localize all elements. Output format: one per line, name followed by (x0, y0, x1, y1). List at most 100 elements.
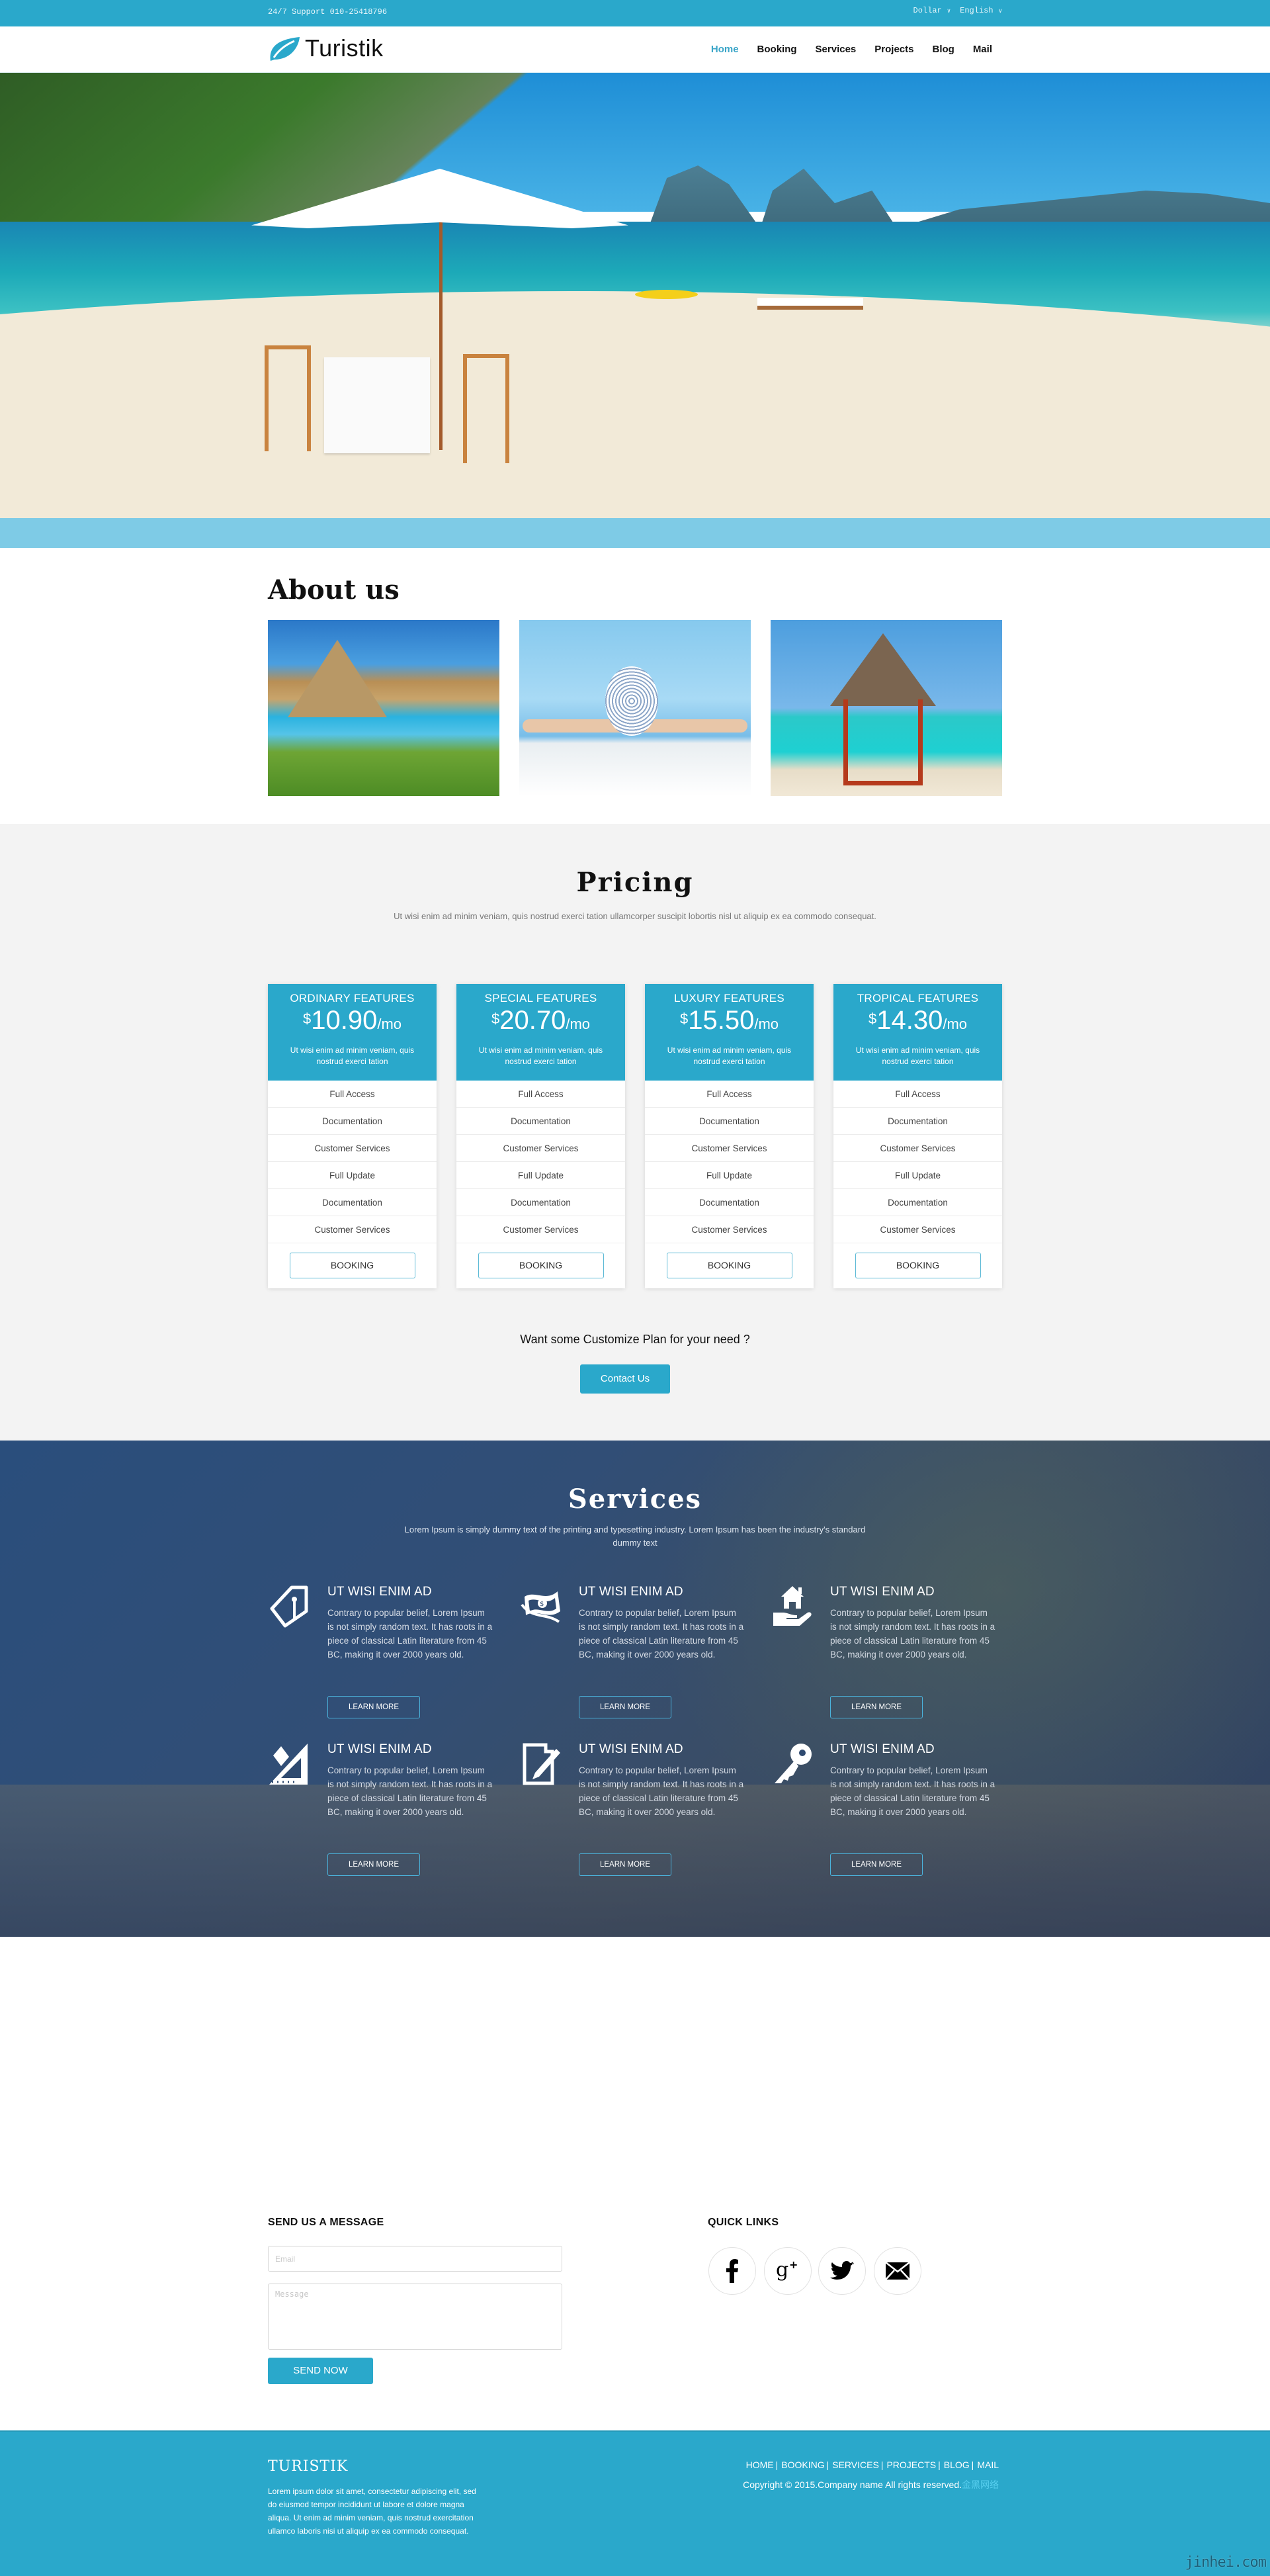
service-text: Contrary to popular belief, Lorem Ipsum … (579, 1765, 744, 1817)
copyright-brand-link[interactable]: 金黑网络 (962, 2479, 999, 2490)
nav-blog[interactable]: Blog (932, 44, 954, 55)
send-now-button[interactable]: SEND NOW (268, 2358, 373, 2384)
booking-button-wrap: BOOKING (456, 1243, 625, 1278)
plan-price: $20.70/mo (456, 1006, 625, 1038)
message-textarea[interactable] (268, 2284, 562, 2350)
facebook-icon (726, 2259, 738, 2283)
plan-price: $14.30/mo (833, 1006, 1002, 1038)
gazebo-posts (843, 699, 923, 785)
plan-name: TROPICAL FEATURES (857, 992, 979, 1004)
thatched-umbrella (288, 640, 387, 717)
pricing-feature: Customer Services (833, 1135, 1002, 1162)
plan-description: Ut wisi enim ad minim veniam, quis nostr… (667, 1045, 792, 1066)
hero-sand (0, 291, 1270, 548)
send-message-heading: SEND US A MESSAGE (268, 2217, 384, 2228)
kayak (635, 290, 698, 299)
facebook-link[interactable] (708, 2247, 756, 2295)
service-title: UT WISI ENIM AD (579, 1585, 683, 1599)
footer-link-services[interactable]: SERVICES (832, 2460, 879, 2470)
footer-description: Lorem ipsum dolor sit amet, consectetur … (268, 2487, 476, 2536)
service-text: Contrary to popular belief, Lorem Ipsum … (327, 1765, 493, 1817)
currency-symbol: $ (491, 1010, 500, 1027)
pricing-card: LUXURY FEATURES $15.50/mo Ut wisi enim a… (645, 984, 814, 1288)
service-title: UT WISI ENIM AD (327, 1742, 432, 1756)
footer-link-booking[interactable]: BOOKING (781, 2460, 824, 2470)
price-period: /mo (566, 1016, 591, 1032)
footer-link-home[interactable]: HOME (746, 2460, 774, 2470)
custom-plan-question: Want some Customize Plan for your need ? (520, 1333, 750, 1346)
currency-symbol: $ (868, 1010, 877, 1027)
booking-button[interactable]: BOOKING (289, 1253, 415, 1278)
service-text: Contrary to popular belief, Lorem Ipsum … (830, 1608, 995, 1660)
learn-more-button[interactable]: LEARN MORE (327, 1853, 420, 1876)
beach-chair (463, 354, 509, 463)
learn-more-button[interactable]: LEARN MORE (579, 1853, 671, 1876)
booking-button[interactable]: BOOKING (855, 1253, 981, 1278)
email-input[interactable] (268, 2246, 562, 2272)
svg-text:$: $ (540, 1601, 544, 1608)
twitter-link[interactable] (818, 2247, 866, 2295)
learn-more-button[interactable]: LEARN MORE (830, 1696, 923, 1718)
pricing-feature: Full Access (645, 1081, 814, 1108)
pricing-feature: Documentation (268, 1108, 437, 1135)
twitter-icon (830, 2261, 854, 2280)
pricing-feature: Full Access (833, 1081, 1002, 1108)
price-period: /mo (377, 1016, 402, 1032)
booking-button[interactable]: BOOKING (478, 1253, 604, 1278)
language-dropdown[interactable]: English ∨ (960, 6, 1002, 15)
about-image-gazebo (771, 620, 1002, 796)
support-phone: 24/7 Support 010-25418796 (268, 7, 388, 17)
service-text: Contrary to popular belief, Lorem Ipsum … (579, 1608, 744, 1660)
ruler-triangle-icon (268, 1742, 312, 1786)
pricing-feature: Full Update (268, 1162, 437, 1189)
learn-more-button[interactable]: LEARN MORE (579, 1696, 671, 1718)
google-plus-link[interactable]: g + (764, 2247, 812, 2295)
footer-links: HOME | BOOKING | SERVICES | PROJECTS | BLOG | MAIL (746, 2460, 999, 2470)
brand-logo[interactable]: Turistik (268, 34, 384, 62)
pricing-card-header: ORDINARY FEATURES $10.90/mo Ut wisi enim… (268, 984, 437, 1081)
contact-us-button[interactable]: Contact Us (580, 1364, 670, 1394)
footer-link-mail[interactable]: MAIL (977, 2460, 999, 2470)
about-image-thatched-umbrella (268, 620, 499, 796)
nav-mail[interactable]: Mail (973, 44, 992, 55)
chevron-down-icon: ∨ (998, 8, 1002, 15)
nav-home[interactable]: Home (711, 44, 739, 55)
pricing-feature: Full Update (645, 1162, 814, 1189)
booking-button-wrap: BOOKING (645, 1243, 814, 1278)
service-title: UT WISI ENIM AD (579, 1742, 683, 1756)
plan-name: SPECIAL FEATURES (484, 992, 597, 1004)
learn-more-button[interactable]: LEARN MORE (327, 1696, 420, 1718)
currency-dropdown[interactable]: Dollar ∨ (913, 6, 951, 15)
envelope-icon (886, 2262, 910, 2280)
price-tag-icon (268, 1585, 312, 1628)
top-bar-selectors: Dollar ∨ English ∨ (913, 6, 1002, 15)
learn-more-button[interactable]: LEARN MORE (830, 1853, 923, 1876)
footer-link-blog[interactable]: BLOG (944, 2460, 970, 2470)
pricing-card-header: LUXURY FEATURES $15.50/mo Ut wisi enim a… (645, 984, 814, 1081)
chevron-down-icon: ∨ (947, 8, 951, 15)
pricing-feature: Documentation (456, 1108, 625, 1135)
services-subtitle: Lorem Ipsum is simply dummy text of the … (404, 1525, 866, 1548)
plan-description: Ut wisi enim ad minim veniam, quis nostr… (855, 1045, 980, 1066)
link-separator: | (826, 2460, 829, 2470)
plan-description: Ut wisi enim ad minim veniam, quis nostr… (478, 1045, 603, 1066)
booking-button[interactable]: BOOKING (666, 1253, 792, 1278)
footer-link-projects[interactable]: PROJECTS (886, 2460, 936, 2470)
nav-projects[interactable]: Projects (874, 44, 913, 55)
service-item: UT WISI ENIM AD Contrary to popular beli… (268, 1585, 492, 1718)
pricing-feature: Documentation (456, 1189, 625, 1216)
currency-symbol: $ (302, 1010, 312, 1027)
pricing-feature: Customer Services (456, 1135, 625, 1162)
pricing-feature: Full Access (456, 1081, 625, 1108)
pricing-feature: Full Update (833, 1162, 1002, 1189)
about-image-pool-hat (519, 620, 751, 796)
price-value: 15.50 (688, 1006, 755, 1035)
service-item: UT WISI ENIM AD Contrary to popular beli… (771, 1742, 995, 1876)
mail-link[interactable] (874, 2247, 921, 2295)
nav-booking[interactable]: Booking (757, 44, 797, 55)
nav-services[interactable]: Services (816, 44, 857, 55)
pricing-card: SPECIAL FEATURES $20.70/mo Ut wisi enim … (456, 984, 625, 1288)
pricing-card-header: TROPICAL FEATURES $14.30/mo Ut wisi enim… (833, 984, 1002, 1081)
brand-name: Turistik (305, 34, 384, 62)
plan-description: Ut wisi enim ad minim veniam, quis nostr… (290, 1045, 415, 1066)
